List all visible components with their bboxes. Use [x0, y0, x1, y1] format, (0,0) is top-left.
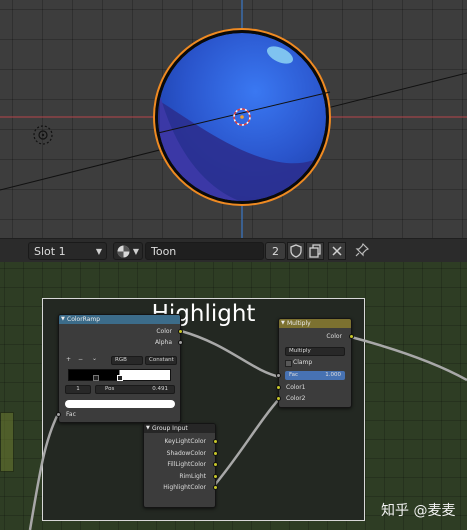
colorramp-node[interactable]: ▼ ColorRamp Color Alpha + − ⌄ RGB Consta…: [56, 314, 183, 423]
3d-viewport[interactable]: [0, 0, 467, 238]
group-input-header[interactable]: ▼ Group Input: [144, 424, 215, 433]
output-filllightcolor-label: FillLightColor: [167, 461, 206, 468]
remove-stop-button[interactable]: −: [78, 356, 83, 363]
duplicate-material-button[interactable]: [306, 242, 324, 260]
unlink-material-button[interactable]: [328, 242, 346, 260]
stop-position-field[interactable]: Pos 0.491: [95, 385, 175, 394]
ramp-stop-white[interactable]: [117, 375, 123, 381]
stop-color-swatch[interactable]: [65, 400, 175, 408]
colorramp-header[interactable]: ▼ ColorRamp: [59, 315, 180, 324]
multiply-node[interactable]: ▼ Multiply Color Multiply Clamp Fac 1.00…: [276, 318, 354, 408]
output-highlightcolor-label: HighlightColor: [163, 484, 206, 491]
output-rimlight-label: RimLight: [179, 473, 206, 480]
input-fac-socket[interactable]: [56, 412, 61, 417]
colorramp-title: ColorRamp: [67, 316, 101, 323]
material-name-field[interactable]: Toon: [145, 242, 264, 260]
pos-value: 0.491: [152, 386, 168, 392]
collapse-arrow-icon[interactable]: ▼: [61, 315, 65, 324]
watermark: 知乎 @麦麦: [381, 503, 456, 519]
input-color2-socket[interactable]: [276, 396, 281, 401]
clamp-label: Clamp: [293, 359, 313, 366]
user-count-button[interactable]: 2: [265, 242, 286, 260]
blend-mode-value: Multiply: [289, 348, 311, 354]
material-sphere-icon: [117, 245, 130, 258]
output-keylightcolor-label: KeyLightColor: [164, 438, 206, 445]
interpolation-value: Constant: [149, 357, 174, 363]
fake-user-button[interactable]: [287, 242, 305, 260]
shield-icon: [290, 244, 302, 258]
multiply-title: Multiply: [287, 320, 311, 327]
multiply-header[interactable]: ▼ Multiply: [279, 319, 351, 328]
output-alpha-label: Alpha: [154, 339, 172, 346]
material-slot-dropdown[interactable]: Slot 1 ▼: [28, 242, 107, 260]
output-shadowcolor-socket[interactable]: [213, 451, 218, 456]
interpolation-dropdown[interactable]: Constant: [145, 356, 177, 365]
input-color1-label: Color1: [286, 384, 306, 391]
group-input-node[interactable]: ▼ Group Input KeyLightColor ShadowColor …: [143, 423, 218, 508]
material-header-bar: Slot 1 ▼ ▼ Toon 2: [0, 238, 467, 264]
group-input-title: Group Input: [152, 425, 188, 432]
collapse-arrow-icon[interactable]: ▼: [281, 319, 285, 328]
fac-slider[interactable]: Fac 1.000: [285, 371, 345, 380]
close-icon: [332, 246, 342, 256]
browse-material-button[interactable]: ▼: [113, 242, 143, 260]
blend-mode-dropdown[interactable]: Multiply: [285, 347, 345, 356]
fac-value: 1.000: [325, 372, 341, 378]
output-color-label: Color: [326, 333, 342, 340]
chevron-down-icon: ▼: [132, 247, 139, 256]
color-mode-dropdown[interactable]: RGB: [111, 356, 143, 365]
output-rimlight-socket[interactable]: [213, 474, 218, 479]
input-color1-socket[interactable]: [276, 385, 281, 390]
duplicate-icon: [309, 244, 321, 258]
output-color-socket[interactable]: [178, 329, 183, 334]
output-highlightcolor-socket[interactable]: [213, 485, 218, 490]
fac-label: Fac: [289, 372, 299, 378]
ramp-menu-button[interactable]: ⌄: [92, 355, 97, 362]
clamp-checkbox[interactable]: [285, 360, 292, 367]
chevron-down-icon: ▼: [95, 247, 102, 256]
offscreen-node[interactable]: [0, 412, 14, 472]
ramp-stop-black[interactable]: [93, 375, 99, 381]
collapse-arrow-icon[interactable]: ▼: [146, 424, 150, 433]
add-stop-button[interactable]: +: [66, 356, 71, 363]
slot-label: Slot 1: [34, 245, 66, 258]
output-shadowcolor-label: ShadowColor: [166, 450, 206, 457]
output-alpha-socket[interactable]: [178, 340, 183, 345]
color-mode-value: RGB: [115, 357, 127, 363]
viewport-scene: [0, 0, 467, 238]
pin-button[interactable]: [354, 242, 372, 260]
pin-icon: [355, 242, 370, 257]
output-color-label: Color: [156, 328, 172, 335]
output-color-socket[interactable]: [349, 334, 354, 339]
output-filllightcolor-socket[interactable]: [213, 462, 218, 467]
output-keylightcolor-socket[interactable]: [213, 439, 218, 444]
pos-label: Pos: [105, 386, 115, 392]
input-color2-label: Color2: [286, 395, 306, 402]
input-fac-label: Fac: [66, 411, 76, 418]
input-fac-socket[interactable]: [276, 373, 281, 378]
stop-index-field[interactable]: 1: [65, 385, 91, 394]
origin-icon: [33, 125, 53, 145]
